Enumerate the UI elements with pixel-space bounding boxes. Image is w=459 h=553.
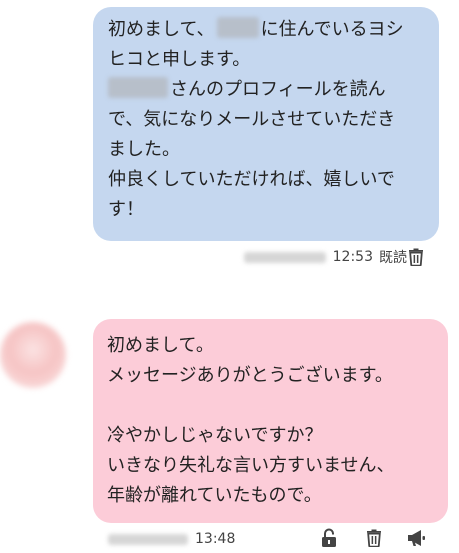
message-text: 初めまして、 xyxy=(108,19,215,40)
message-time: 13:48 xyxy=(195,531,236,547)
message-line: さんのプロフィールを読ん xyxy=(108,75,427,105)
message-line: 冷やかしじゃないですか？ xyxy=(107,425,323,446)
trash-icon[interactable] xyxy=(365,528,383,551)
incoming-message-meta: 13:48 xyxy=(108,528,241,550)
avatar[interactable] xyxy=(0,322,66,388)
redacted-date xyxy=(108,533,188,545)
unlock-icon[interactable] xyxy=(320,528,338,552)
message-line: ました。 xyxy=(108,139,180,160)
message-line: 初めまして、 に住んでいるヨシ xyxy=(108,15,427,45)
redacted-date xyxy=(243,251,326,263)
redacted-location xyxy=(216,17,259,38)
message-line: ヒコと申します。 xyxy=(108,49,251,70)
megaphone-icon[interactable] xyxy=(406,528,426,552)
message-line: す！ xyxy=(108,199,144,220)
message-time: 12:53 xyxy=(332,249,373,265)
message-line: メッセージありがとうございます。 xyxy=(107,365,393,386)
outgoing-message-bubble: 初めまして、 に住んでいるヨシ ヒコと申します。 さんのプロフィールを読ん で、気… xyxy=(93,7,439,241)
message-text: さんのプロフィールを読ん xyxy=(170,79,386,100)
message-line: 初めまして。 xyxy=(107,335,214,356)
message-line: いきなり失礼な言い方すいません、 xyxy=(107,455,395,476)
message-line: 年齢が離れていたもので。 xyxy=(107,485,322,506)
read-status: 既読 xyxy=(379,250,407,266)
message-line: 仲良くしていただければ、嬉しいで xyxy=(108,169,395,190)
trash-icon[interactable] xyxy=(407,247,425,270)
message-text: に住んでいるヨシ xyxy=(260,19,404,40)
incoming-message-bubble: 初めまして。 メッセージありがとうございます。 冷やかしじゃないですか？ いきな… xyxy=(93,319,448,523)
redacted-username xyxy=(108,77,168,98)
message-line: で、気になりメールさせていただき xyxy=(108,109,396,130)
outgoing-message-meta: 12:53 既読 xyxy=(243,246,415,268)
